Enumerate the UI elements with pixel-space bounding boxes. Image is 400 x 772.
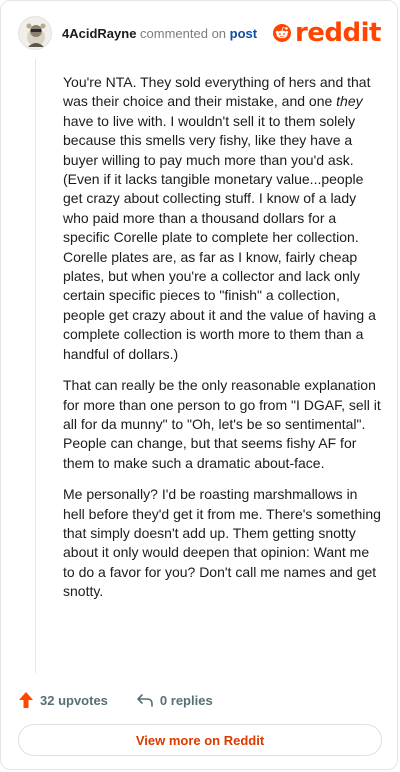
avatar-icon xyxy=(26,23,46,47)
upvotes-label: 32 upvotes xyxy=(40,692,108,708)
comment-paragraph-1: You're NTA. They sold everything of hers… xyxy=(63,74,376,362)
reddit-logo[interactable]: reddit xyxy=(273,18,382,48)
reddit-wordmark: reddit xyxy=(294,18,382,48)
commented-on-text: commented on xyxy=(136,26,230,41)
comment-body: You're NTA. They sold everything of hers… xyxy=(63,73,383,614)
view-more-on-reddit-button[interactable]: View more on Reddit xyxy=(18,724,382,756)
replies-label: 0 replies xyxy=(159,692,213,708)
comment-paragraph-3: Me personally? I'd be roasting marshmall… xyxy=(63,486,381,600)
user-avatar[interactable] xyxy=(18,16,52,50)
comment-paragraph-2: That can really be the only reasonable e… xyxy=(63,377,381,471)
comment-actions: 32 upvotes 0 replies xyxy=(18,689,213,711)
upvote-arrow-icon xyxy=(19,692,33,708)
comment-header: 4AcidRayne commented on post reddit xyxy=(18,16,382,52)
comment-meta: 4AcidRayne commented on post xyxy=(62,26,257,41)
post-link[interactable]: post xyxy=(230,26,257,41)
comment-embed-card: 4AcidRayne commented on post reddit You'… xyxy=(0,0,398,770)
reddit-snoo-icon xyxy=(273,24,291,42)
replies-button[interactable]: 0 replies xyxy=(136,693,213,708)
reply-arrow-icon xyxy=(137,694,153,707)
upvotes-button[interactable]: 32 upvotes xyxy=(18,691,108,709)
thread-line xyxy=(35,59,36,673)
username-link[interactable]: 4AcidRayne xyxy=(62,26,136,41)
